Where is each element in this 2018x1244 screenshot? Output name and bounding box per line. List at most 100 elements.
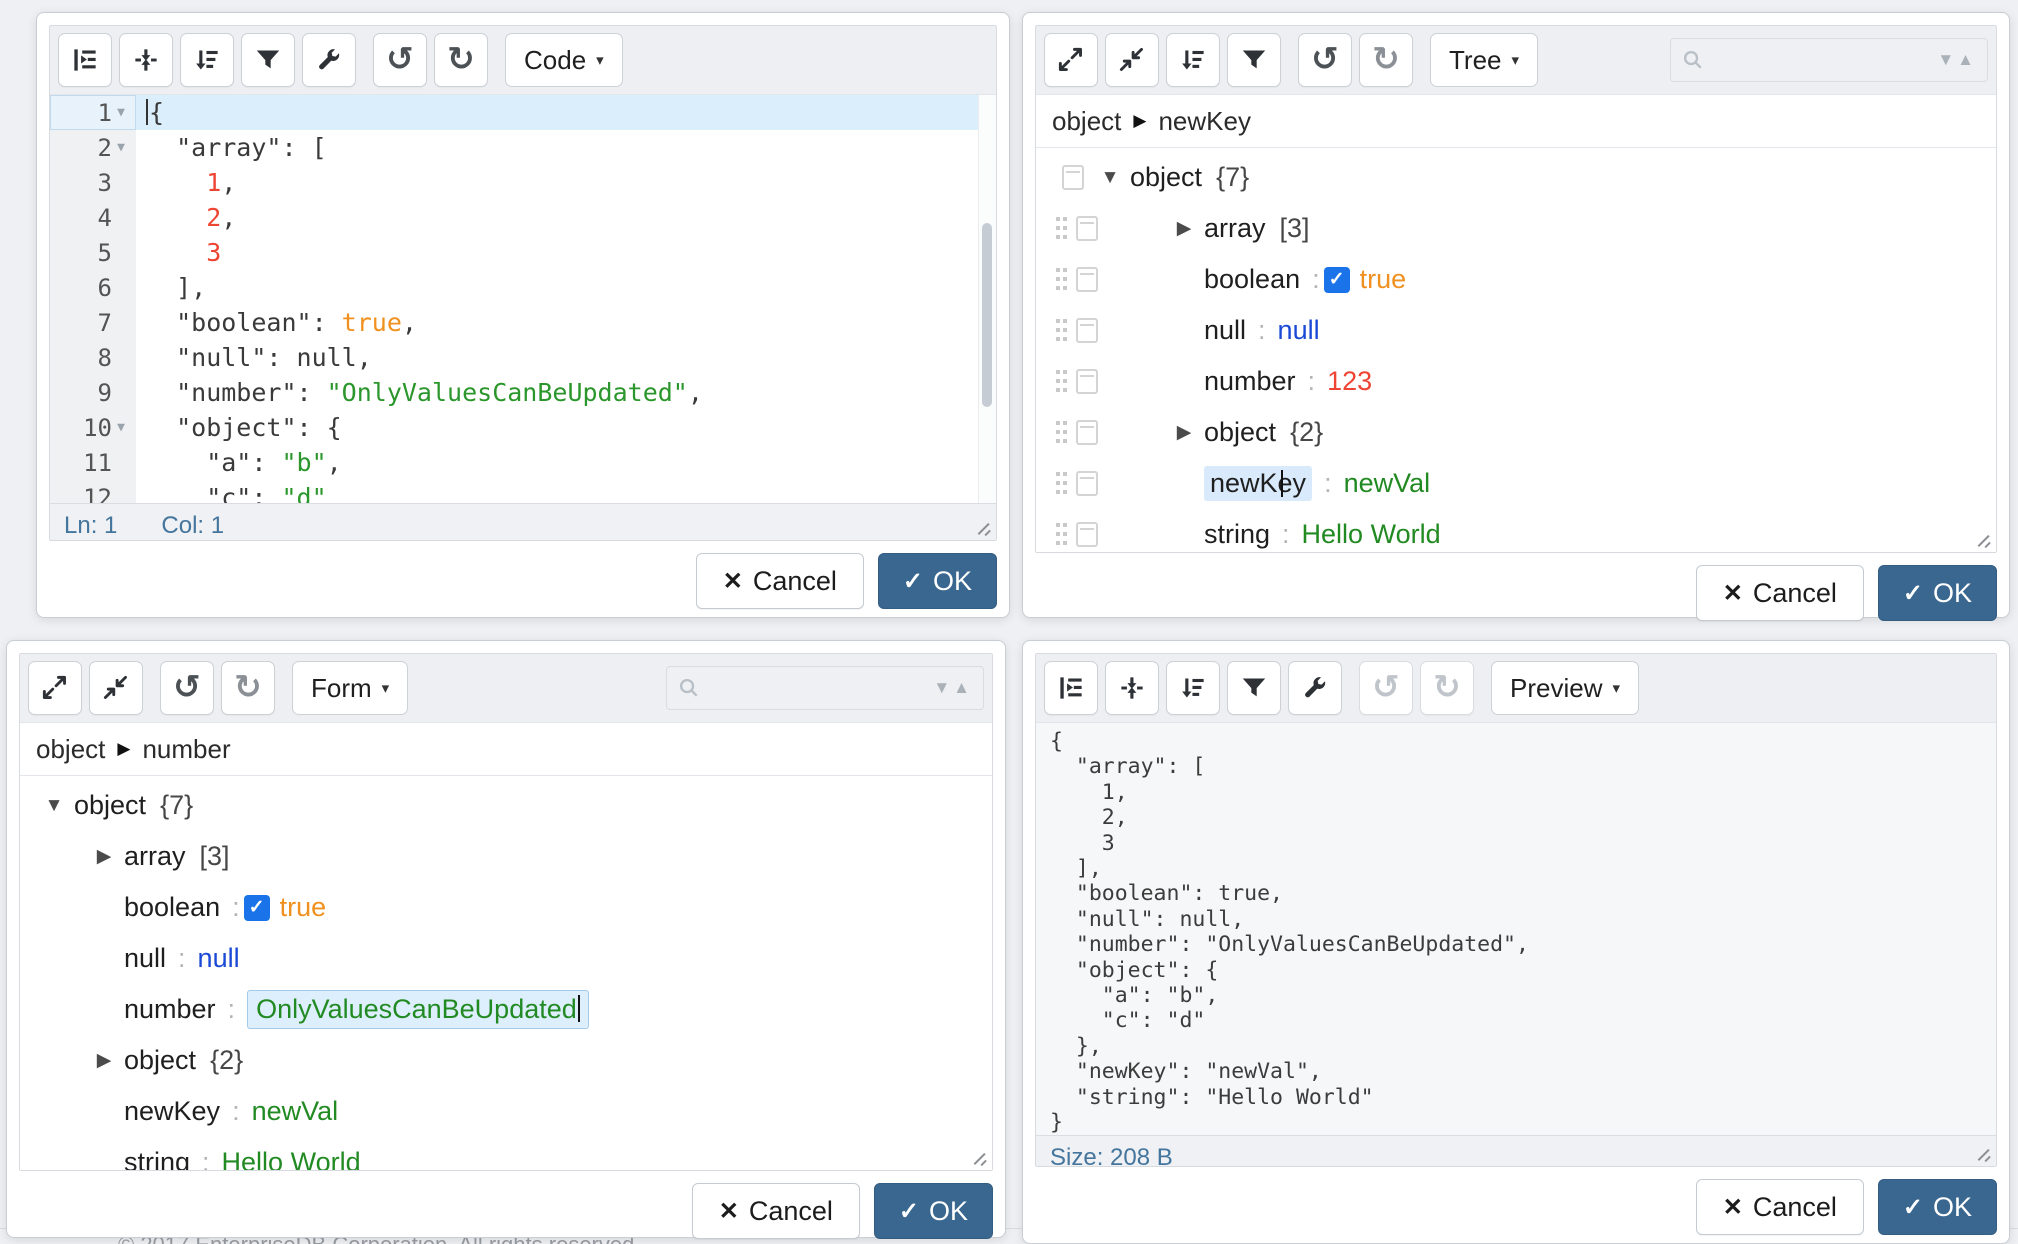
field-name[interactable]: array: [124, 841, 186, 872]
field-name[interactable]: string: [1204, 519, 1270, 550]
code-line[interactable]: "a": "b",: [136, 445, 996, 480]
sort-button[interactable]: [1166, 33, 1220, 87]
context-menu-icon[interactable]: [1062, 165, 1084, 190]
code-line[interactable]: "number": "OnlyValuesCanBeUpdated",: [136, 375, 996, 410]
cancel-button[interactable]: ✕ Cancel: [1696, 1179, 1864, 1235]
undo-button[interactable]: ↺: [1298, 33, 1352, 87]
code-line[interactable]: 3: [136, 235, 996, 270]
code-line[interactable]: {: [136, 95, 996, 130]
vertical-scrollbar[interactable]: [978, 95, 996, 503]
ok-button[interactable]: ✓ OK: [1878, 565, 1997, 621]
code-line[interactable]: 1,: [136, 165, 996, 200]
expand-node-icon[interactable]: ▶: [1164, 421, 1204, 444]
expand-all-button[interactable]: [28, 661, 82, 715]
redo-button[interactable]: ↻: [434, 33, 488, 87]
resize-handle[interactable]: [1976, 532, 1993, 549]
repair-button[interactable]: [1288, 661, 1342, 715]
code-line[interactable]: "c": "d": [136, 480, 996, 503]
code-text[interactable]: { "array": [ 1, 2, 3 ], "boolean": true,…: [136, 95, 996, 503]
format-button[interactable]: [58, 33, 112, 87]
mode-dropdown-code[interactable]: Code ▾: [505, 33, 623, 87]
compact-button[interactable]: [1105, 661, 1159, 715]
drag-handle-icon[interactable]: [1056, 268, 1068, 291]
drag-handle-icon[interactable]: [1056, 370, 1068, 393]
resize-handle[interactable]: [1976, 1146, 1993, 1163]
code-line[interactable]: "boolean": true,: [136, 305, 996, 340]
field-name[interactable]: boolean: [124, 892, 220, 923]
redo-button[interactable]: ↻: [1359, 33, 1413, 87]
drag-handle-icon[interactable]: [1056, 319, 1068, 342]
field-value[interactable]: null: [198, 943, 240, 974]
filter-button[interactable]: [241, 33, 295, 87]
mode-dropdown-form[interactable]: Form ▾: [292, 661, 408, 715]
context-menu-icon[interactable]: [1076, 471, 1098, 496]
context-menu-icon[interactable]: [1076, 267, 1098, 292]
expand-node-icon[interactable]: ▶: [1164, 217, 1204, 240]
search-next-icon[interactable]: ▼: [933, 678, 953, 698]
breadcrumb-current[interactable]: number: [142, 734, 230, 765]
field-name[interactable]: null: [1204, 315, 1246, 346]
code-line[interactable]: "object": {: [136, 410, 996, 445]
cancel-button[interactable]: ✕ Cancel: [1696, 565, 1864, 621]
collapse-all-button[interactable]: [1105, 33, 1159, 87]
collapse-all-button[interactable]: [89, 661, 143, 715]
search-input[interactable]: [1705, 45, 1937, 75]
fold-arrow-icon[interactable]: ▼: [112, 105, 130, 120]
ok-button[interactable]: ✓ OK: [878, 553, 997, 609]
field-name[interactable]: newKey: [1204, 466, 1312, 501]
field-name[interactable]: number: [124, 994, 216, 1025]
ok-button[interactable]: ✓ OK: [874, 1183, 993, 1239]
field-name[interactable]: object: [1204, 417, 1276, 448]
scrollbar-thumb[interactable]: [982, 223, 992, 407]
ok-button[interactable]: ✓ OK: [1878, 1179, 1997, 1235]
filter-button[interactable]: [1227, 661, 1281, 715]
search-next-icon[interactable]: ▼: [1937, 50, 1957, 70]
field-value[interactable]: newVal: [252, 1096, 339, 1127]
code-line[interactable]: "array": [: [136, 130, 996, 165]
field-value[interactable]: 123: [1327, 366, 1372, 397]
drag-handle-icon[interactable]: [1056, 217, 1068, 240]
field-name[interactable]: object: [124, 1045, 196, 1076]
field-value[interactable]: true: [280, 892, 327, 923]
undo-button[interactable]: ↺: [373, 33, 427, 87]
expand-all-button[interactable]: [1044, 33, 1098, 87]
breadcrumb-root[interactable]: object: [1052, 106, 1121, 137]
format-button[interactable]: [1044, 661, 1098, 715]
collapse-node-icon[interactable]: ▼: [34, 795, 74, 817]
field-name[interactable]: array: [1204, 213, 1266, 244]
code-line[interactable]: "null": null,: [136, 340, 996, 375]
context-menu-icon[interactable]: [1076, 522, 1098, 547]
fold-arrow-icon[interactable]: ▼: [112, 140, 130, 155]
mode-dropdown-tree[interactable]: Tree ▾: [1430, 33, 1538, 87]
undo-button[interactable]: ↺: [160, 661, 214, 715]
collapse-node-icon[interactable]: ▼: [1090, 167, 1130, 189]
drag-handle-icon[interactable]: [1056, 523, 1068, 546]
cancel-button[interactable]: ✕ Cancel: [696, 553, 864, 609]
field-value[interactable]: Hello World: [222, 1147, 361, 1170]
field-name[interactable]: boolean: [1204, 264, 1300, 295]
search-prev-icon[interactable]: ▲: [1957, 50, 1977, 70]
search-prev-icon[interactable]: ▲: [953, 678, 973, 698]
drag-handle-icon[interactable]: [1056, 472, 1068, 495]
field-value[interactable]: newVal: [1344, 468, 1431, 499]
field-name[interactable]: newKey: [124, 1096, 220, 1127]
code-line[interactable]: ],: [136, 270, 996, 305]
sort-button[interactable]: [180, 33, 234, 87]
field-name[interactable]: null: [124, 943, 166, 974]
context-menu-icon[interactable]: [1076, 216, 1098, 241]
field-name[interactable]: number: [1204, 366, 1296, 397]
field-value[interactable]: OnlyValuesCanBeUpdated: [247, 990, 589, 1029]
field-name[interactable]: string: [124, 1147, 190, 1170]
field-value[interactable]: null: [1278, 315, 1320, 346]
mode-dropdown-preview[interactable]: Preview ▾: [1491, 661, 1639, 715]
compact-button[interactable]: [119, 33, 173, 87]
fold-arrow-icon[interactable]: ▼: [112, 420, 130, 435]
expand-node-icon[interactable]: ▶: [84, 1049, 124, 1072]
sort-button[interactable]: [1166, 661, 1220, 715]
expand-node-icon[interactable]: ▶: [84, 845, 124, 868]
resize-handle[interactable]: [972, 1150, 989, 1167]
boolean-checkbox[interactable]: ✓: [244, 895, 270, 921]
context-menu-icon[interactable]: [1076, 420, 1098, 445]
field-name[interactable]: object: [74, 790, 146, 821]
boolean-checkbox[interactable]: ✓: [1324, 267, 1350, 293]
